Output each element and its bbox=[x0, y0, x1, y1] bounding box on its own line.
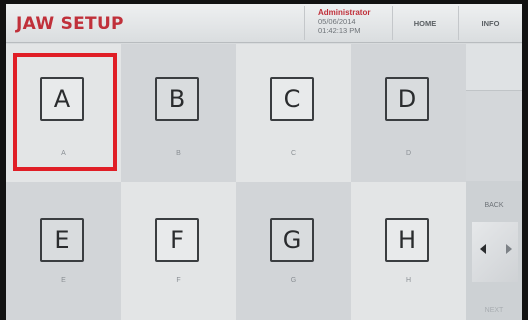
jaw-a-tile[interactable]: A A bbox=[6, 44, 121, 182]
jaw-c-button[interactable]: C bbox=[270, 77, 314, 121]
bezel-top bbox=[0, 0, 528, 4]
jaw-b-tile[interactable]: B B bbox=[121, 44, 236, 182]
jaw-f-button[interactable]: F bbox=[155, 218, 199, 262]
jaw-d-caption: D bbox=[405, 150, 412, 157]
time-label: 01:42:13 PM bbox=[318, 26, 361, 35]
next-arrow-icon[interactable] bbox=[506, 244, 512, 254]
side-panel-mid bbox=[466, 91, 522, 181]
jaw-e-tile[interactable]: E E bbox=[6, 182, 121, 320]
user-name: Administrator bbox=[318, 8, 371, 17]
jaw-f-tile[interactable]: F F bbox=[121, 182, 236, 320]
jaw-c-tile[interactable]: C C bbox=[236, 44, 351, 182]
user-info: Administrator 05/06/2014 01:42:13 PM bbox=[318, 8, 390, 35]
jaw-b-caption: B bbox=[176, 150, 181, 157]
info-button[interactable]: INFO bbox=[459, 10, 522, 36]
jaw-a-button[interactable]: A bbox=[40, 77, 84, 121]
jaw-f-caption: F bbox=[176, 277, 181, 284]
jaw-d-tile[interactable]: D D bbox=[351, 44, 466, 182]
jaw-e-caption: E bbox=[61, 277, 66, 284]
date-label: 05/06/2014 bbox=[318, 17, 356, 26]
back-label[interactable]: BACK bbox=[466, 202, 522, 209]
jaw-b-button[interactable]: B bbox=[155, 77, 199, 121]
page-title: JAW SETUP bbox=[16, 14, 124, 34]
jaw-g-caption: G bbox=[290, 277, 297, 284]
jaw-g-tile[interactable]: G G bbox=[236, 182, 351, 320]
jaw-c-caption: C bbox=[290, 150, 297, 157]
bezel-left bbox=[0, 0, 6, 320]
prev-arrow-icon[interactable] bbox=[480, 244, 486, 254]
jaw-grid: A A B B C C D D E E F F G G H H bbox=[6, 44, 466, 320]
side-panel: BACK NEXT bbox=[466, 44, 522, 320]
home-button[interactable]: HOME bbox=[393, 10, 457, 36]
jaw-d-button[interactable]: D bbox=[385, 77, 429, 121]
page-nav bbox=[472, 222, 518, 282]
jaw-setup-screen: JAW SETUP Administrator 05/06/2014 01:42… bbox=[0, 0, 528, 320]
jaw-g-button[interactable]: G bbox=[270, 218, 314, 262]
jaw-h-tile[interactable]: H H bbox=[351, 182, 466, 320]
jaw-h-caption: H bbox=[405, 277, 412, 284]
header-bar: JAW SETUP Administrator 05/06/2014 01:42… bbox=[6, 4, 522, 43]
bezel-right bbox=[522, 0, 528, 320]
jaw-h-button[interactable]: H bbox=[385, 218, 429, 262]
next-label[interactable]: NEXT bbox=[466, 307, 522, 314]
jaw-a-caption: A bbox=[61, 150, 66, 157]
jaw-e-button[interactable]: E bbox=[40, 218, 84, 262]
side-panel-top bbox=[466, 44, 522, 91]
header-divider bbox=[304, 6, 305, 40]
